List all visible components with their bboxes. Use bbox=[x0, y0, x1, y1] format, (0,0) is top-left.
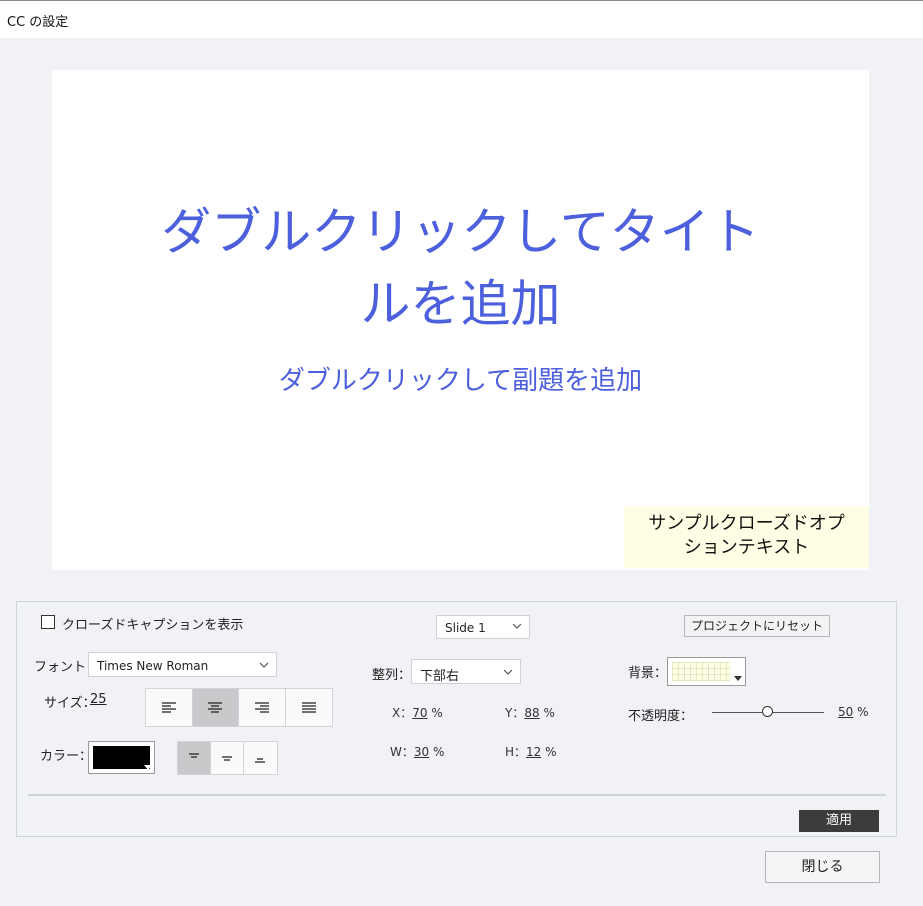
color-swatch-fill bbox=[93, 746, 150, 769]
h-label: H： bbox=[505, 745, 527, 759]
h-field: H：12 % bbox=[505, 743, 557, 760]
x-field: X：70 % bbox=[392, 704, 443, 721]
slide-title-line1: ダブルクリックしてタイト bbox=[161, 203, 760, 261]
position-select-value: 下部右 bbox=[420, 669, 460, 684]
align-right-button[interactable] bbox=[239, 689, 286, 726]
color-picker[interactable] bbox=[88, 741, 155, 774]
vertical-align-group bbox=[177, 741, 278, 775]
show-cc-checkbox[interactable] bbox=[41, 615, 55, 629]
color-label: カラー： bbox=[40, 749, 93, 764]
h-value[interactable]: 12 bbox=[526, 745, 541, 759]
x-value[interactable]: 70 bbox=[412, 706, 427, 720]
h-unit: % bbox=[545, 745, 557, 759]
align-justify-icon bbox=[301, 701, 316, 713]
opacity-value[interactable]: 50 bbox=[838, 705, 853, 719]
chevron-down-icon bbox=[503, 669, 513, 675]
slide-title-line2: ルを追加 bbox=[360, 275, 561, 333]
slide-preview: ダブルクリックしてタイト ルを追加 ダブルクリックして副題を追加 サンプルクロー… bbox=[52, 70, 869, 570]
x-unit: % bbox=[431, 706, 443, 720]
apply-button[interactable]: 適用 bbox=[799, 810, 879, 832]
size-label: サイズ： bbox=[44, 696, 96, 711]
y-field: Y：88 % bbox=[505, 704, 555, 721]
align-label: 整列： bbox=[372, 668, 412, 683]
reset-to-project-button[interactable]: プロジェクトにリセット bbox=[684, 615, 830, 637]
valign-top-button[interactable] bbox=[178, 742, 212, 774]
size-value[interactable]: 25 bbox=[90, 692, 107, 707]
dropdown-arrow-icon bbox=[734, 676, 742, 681]
font-select-value: Times New Roman bbox=[97, 659, 209, 673]
align-center-icon bbox=[208, 701, 223, 713]
w-label: W： bbox=[390, 745, 414, 759]
align-center-button[interactable] bbox=[192, 689, 239, 726]
show-cc-label[interactable]: クローズドキャプションを表示 bbox=[62, 614, 243, 633]
w-unit: % bbox=[432, 745, 445, 759]
valign-top-icon bbox=[189, 753, 200, 758]
chevron-down-icon bbox=[512, 623, 522, 629]
panel-divider bbox=[28, 794, 886, 796]
close-button[interactable]: 閉じる bbox=[765, 851, 880, 883]
window-title: CC の設定 bbox=[7, 15, 69, 30]
valign-middle-button[interactable] bbox=[211, 742, 244, 774]
position-select[interactable]: 下部右 bbox=[411, 659, 521, 684]
opacity-unit: % bbox=[857, 705, 869, 719]
y-unit: % bbox=[543, 706, 555, 720]
title-bar: CC の設定 bbox=[0, 0, 923, 38]
slide-select-value: Slide 1 bbox=[445, 621, 486, 635]
align-justify-button[interactable] bbox=[285, 689, 332, 726]
valign-bottom-icon bbox=[255, 758, 266, 763]
valign-middle-icon bbox=[222, 756, 232, 761]
font-select[interactable]: Times New Roman bbox=[88, 652, 277, 677]
y-value[interactable]: 88 bbox=[524, 706, 539, 720]
background-label: 背景： bbox=[628, 666, 668, 681]
y-label: Y： bbox=[505, 706, 525, 720]
opacity-label: 不透明度： bbox=[628, 709, 694, 724]
valign-bottom-button[interactable] bbox=[243, 742, 277, 774]
caption-preview-box: サンプルクローズドオプ ションテキスト bbox=[624, 506, 869, 568]
x-label: X： bbox=[392, 706, 413, 720]
align-right-icon bbox=[254, 701, 269, 713]
align-left-button[interactable] bbox=[146, 689, 193, 726]
background-picker[interactable] bbox=[667, 657, 746, 686]
opacity-slider-thumb[interactable] bbox=[762, 706, 773, 717]
w-field: W：30 % bbox=[390, 743, 444, 760]
chevron-down-icon bbox=[259, 662, 269, 668]
caption-preview-text: サンプルクローズドオプ ションテキスト bbox=[648, 513, 845, 558]
w-value[interactable]: 30 bbox=[414, 745, 429, 759]
background-swatch-fill bbox=[672, 662, 730, 681]
opacity-field: 50 % bbox=[838, 705, 869, 719]
align-left-icon bbox=[161, 701, 176, 713]
dropdown-arrow-icon bbox=[144, 765, 152, 770]
slide-select[interactable]: Slide 1 bbox=[436, 615, 530, 639]
slide-subtitle-placeholder[interactable]: ダブルクリックして副題を追加 bbox=[52, 360, 869, 397]
text-align-group bbox=[145, 688, 333, 727]
